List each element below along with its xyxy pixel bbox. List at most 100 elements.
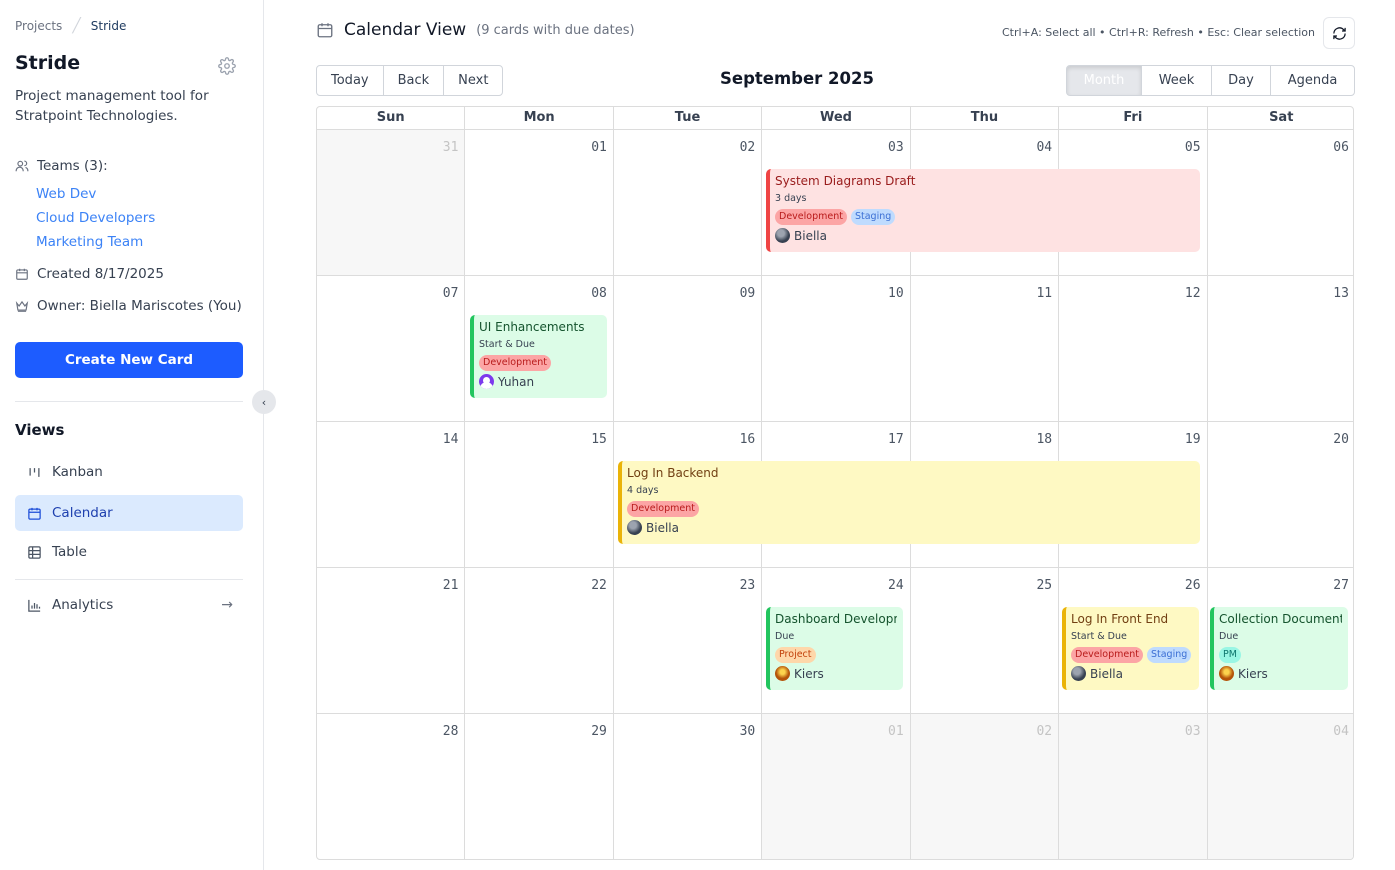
nav-item-label: Calendar bbox=[52, 505, 113, 521]
day-number: 19 bbox=[1184, 432, 1201, 447]
gear-icon[interactable] bbox=[218, 57, 236, 75]
create-new-card-button[interactable]: Create New Card bbox=[15, 342, 243, 378]
created-row: Created 8/17/2025 bbox=[15, 266, 164, 282]
nav-item-label: Table bbox=[52, 544, 87, 560]
day-number: 16 bbox=[739, 432, 756, 447]
nav-item-kanban[interactable]: Kanban bbox=[15, 454, 243, 490]
project-description: Project management tool for Stratpoint T… bbox=[15, 88, 209, 124]
day-cell[interactable]: 22 bbox=[464, 568, 612, 713]
event-card[interactable]: Dashboard Development Due Project Kiers bbox=[766, 607, 903, 690]
weekday-label: Fri bbox=[1058, 107, 1206, 129]
nav-item-label: Analytics bbox=[52, 597, 114, 613]
event-duration: Start & Due bbox=[1071, 631, 1127, 642]
day-number: 14 bbox=[442, 432, 459, 447]
day-number: 30 bbox=[739, 724, 756, 739]
event-tags: PM bbox=[1219, 647, 1342, 663]
tag-development: Development bbox=[775, 209, 847, 225]
day-number: 09 bbox=[739, 286, 756, 301]
breadcrumb-projects-link[interactable]: Projects bbox=[15, 19, 62, 33]
owner-row: Owner: Biella Mariscotes (You) bbox=[15, 298, 242, 314]
day-cell[interactable]: 30 bbox=[612, 714, 761, 859]
team-link-marketing-team[interactable]: Marketing Team bbox=[36, 234, 143, 250]
weekday-label: Tue bbox=[612, 107, 761, 129]
day-number: 28 bbox=[442, 724, 459, 739]
tag-development: Development bbox=[627, 501, 699, 517]
tag-pm: PM bbox=[1219, 647, 1241, 663]
nav-item-analytics[interactable]: Analytics → bbox=[15, 587, 243, 623]
assignee-name: Yuhan bbox=[498, 374, 535, 389]
day-cell[interactable]: 09 bbox=[612, 276, 761, 421]
nav-item-calendar[interactable]: Calendar bbox=[15, 495, 243, 531]
day-cell[interactable]: 20 bbox=[1206, 422, 1353, 567]
created-date: Created 8/17/2025 bbox=[37, 266, 164, 282]
avatar bbox=[1071, 666, 1086, 681]
tag-development: Development bbox=[479, 355, 551, 371]
day-number: 06 bbox=[1333, 140, 1349, 155]
view-week-button[interactable]: Week bbox=[1141, 65, 1212, 96]
event-duration: Due bbox=[775, 631, 795, 642]
day-cell[interactable]: 21 bbox=[317, 568, 464, 713]
assignee-name: Biella bbox=[794, 228, 827, 243]
day-cell[interactable]: 10 bbox=[761, 276, 909, 421]
day-cell[interactable]: 01 bbox=[761, 714, 910, 859]
day-cell[interactable]: 02 bbox=[612, 130, 761, 275]
day-cell[interactable]: 13 bbox=[1206, 276, 1353, 421]
day-cell[interactable]: 25 bbox=[909, 568, 1058, 713]
day-cell[interactable]: 23 bbox=[612, 568, 761, 713]
next-button[interactable]: Next bbox=[443, 65, 504, 96]
nav-item-table[interactable]: Table bbox=[15, 534, 243, 570]
day-cell[interactable]: 14 bbox=[317, 422, 464, 567]
view-agenda-button[interactable]: Agenda bbox=[1270, 65, 1355, 96]
day-cell[interactable]: 03 bbox=[1058, 714, 1207, 859]
day-number: 03 bbox=[1184, 724, 1201, 739]
event-card[interactable]: Collection Documents Due PM Kiers bbox=[1210, 607, 1348, 690]
day-cell[interactable]: 01 bbox=[464, 130, 612, 275]
event-tags: Development Staging bbox=[775, 209, 1194, 225]
avatar bbox=[479, 374, 494, 389]
today-button[interactable]: Today bbox=[316, 65, 384, 96]
day-cell[interactable]: 12 bbox=[1058, 276, 1206, 421]
team-link-web-dev[interactable]: Web Dev bbox=[36, 186, 96, 202]
day-cell[interactable]: 07 bbox=[317, 276, 464, 421]
day-cell[interactable]: 11 bbox=[909, 276, 1058, 421]
event-card[interactable]: Log In Backend 4 days Development Biella bbox=[618, 461, 1200, 544]
views-heading: Views bbox=[15, 421, 65, 439]
nav-item-label: Kanban bbox=[52, 464, 103, 480]
day-cell[interactable]: 29 bbox=[464, 714, 612, 859]
event-assignee: Biella bbox=[775, 228, 1194, 243]
event-duration: 4 days bbox=[627, 485, 659, 496]
divider bbox=[15, 579, 243, 580]
day-cell[interactable]: 15 bbox=[464, 422, 612, 567]
event-card[interactable]: UI Enhancements Start & Due Development … bbox=[470, 315, 607, 398]
calendar-nav-group: Today Back Next bbox=[316, 65, 504, 96]
assignee-name: Biella bbox=[646, 520, 679, 535]
team-link-cloud-developers[interactable]: Cloud Developers bbox=[36, 210, 155, 226]
refresh-button[interactable] bbox=[1323, 17, 1355, 49]
refresh-icon bbox=[1332, 26, 1346, 40]
back-button[interactable]: Back bbox=[382, 65, 445, 96]
day-cell[interactable]: 02 bbox=[909, 714, 1059, 859]
day-cell[interactable]: 04 bbox=[1206, 714, 1353, 859]
view-month-button[interactable]: Month bbox=[1066, 65, 1142, 96]
view-day-button[interactable]: Day bbox=[1211, 65, 1271, 96]
day-cell[interactable]: 28 bbox=[317, 714, 464, 859]
event-title: UI Enhancements bbox=[479, 320, 585, 334]
day-number: 12 bbox=[1184, 286, 1201, 301]
event-card[interactable]: System Diagrams Draft 3 days Development… bbox=[766, 169, 1200, 252]
assignee-name: Kiers bbox=[1238, 666, 1268, 681]
page-header: Calendar View (9 cards with due dates) bbox=[316, 20, 635, 40]
event-card[interactable]: Log In Front End Start & Due Development… bbox=[1062, 607, 1199, 690]
assignee-name: Kiers bbox=[794, 666, 824, 681]
day-number: 26 bbox=[1184, 578, 1201, 593]
day-cell[interactable]: 31 bbox=[317, 130, 465, 275]
day-cell[interactable]: 06 bbox=[1206, 130, 1353, 275]
weekday-label: Sat bbox=[1206, 107, 1353, 129]
tag-staging: Staging bbox=[850, 209, 896, 225]
day-number: 02 bbox=[739, 140, 756, 155]
event-tags: Project bbox=[775, 647, 897, 663]
day-number: 04 bbox=[1036, 140, 1053, 155]
owner-text: Owner: Biella Mariscotes (You) bbox=[37, 298, 242, 314]
breadcrumb-current: Stride bbox=[90, 19, 127, 33]
avatar bbox=[775, 666, 790, 681]
avatar bbox=[1219, 666, 1234, 681]
